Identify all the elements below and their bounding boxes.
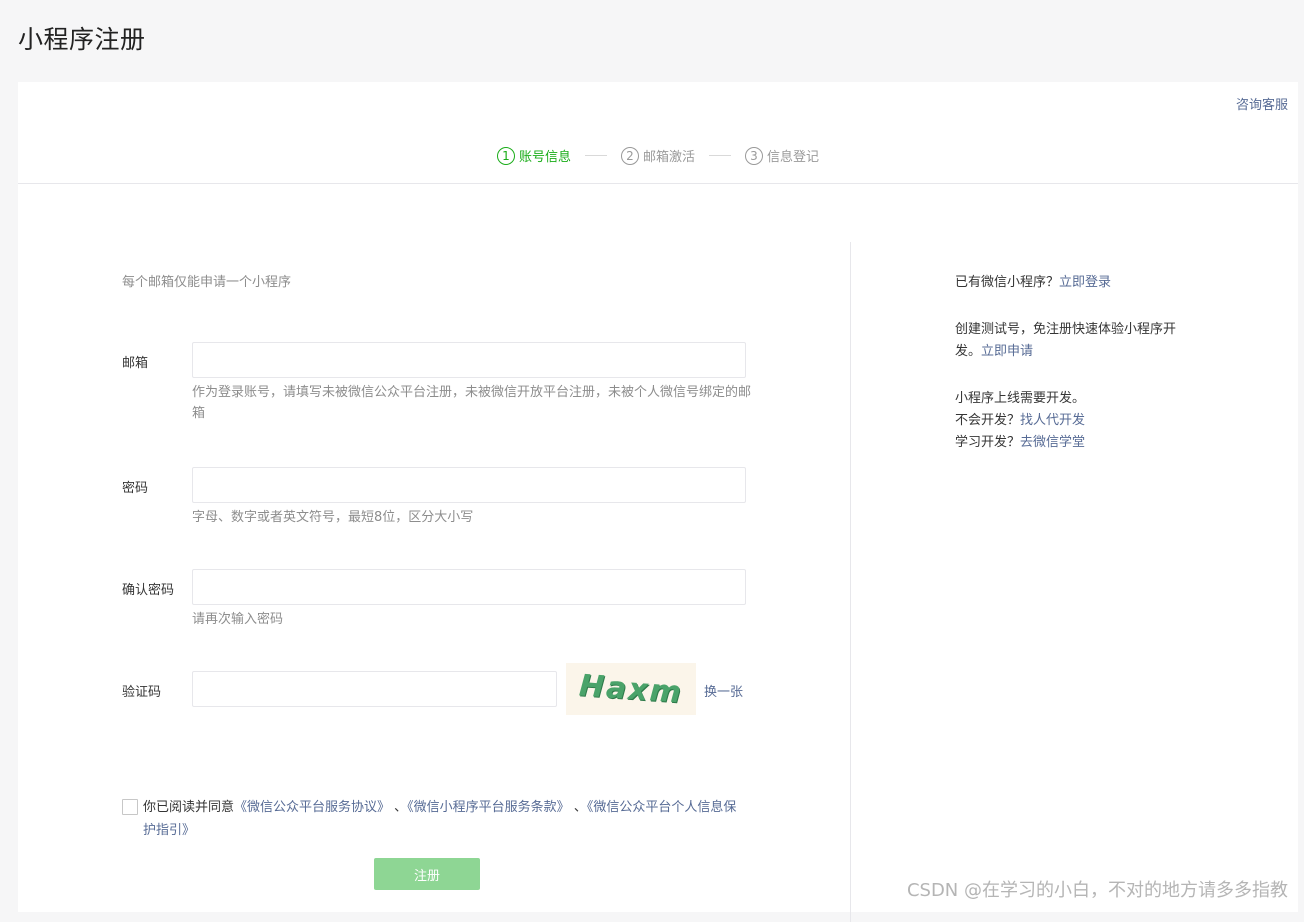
step-number: 3 (745, 147, 763, 165)
register-button[interactable]: 注册 (374, 858, 480, 890)
confirm-password-hint: 请再次输入密码 (192, 609, 752, 630)
step-label: 账号信息 (519, 146, 571, 165)
captcha-image[interactable]: Haxm (566, 663, 696, 715)
dev-line: 小程序上线需要开发。 (955, 391, 1085, 406)
captcha-label: 验证码 (122, 681, 161, 700)
step-indicator: 1 账号信息 2 邮箱激活 3 信息登记 (18, 146, 1298, 165)
step-account-info: 1 账号信息 (497, 146, 571, 165)
agreement-prefix: 你已阅读并同意 (143, 800, 234, 815)
confirm-password-label: 确认密码 (122, 579, 174, 598)
step-info-registration: 3 信息登记 (745, 146, 819, 165)
step-email-activation: 2 邮箱激活 (621, 146, 695, 165)
password-hint: 字母、数字或者英文符号，最短8位，区分大小写 (192, 507, 752, 528)
find-developer-link[interactable]: 找人代开发 (1020, 413, 1085, 428)
agreement-row: 你已阅读并同意《微信公众平台服务协议》 、《微信小程序平台服务条款》 、《微信公… (122, 796, 742, 842)
agreement-separator: 、 (570, 800, 587, 815)
step-connector (585, 155, 607, 156)
captcha-image-text: Haxm (578, 668, 684, 710)
mini-program-terms-link[interactable]: 《微信小程序平台服务条款》 (407, 800, 570, 815)
dev-question-1: 不会开发？ (955, 413, 1020, 428)
refresh-captcha-link[interactable]: 换一张 (704, 681, 743, 700)
confirm-password-field[interactable] (192, 569, 746, 605)
login-link[interactable]: 立即登录 (1059, 275, 1111, 290)
login-prefix: 已有微信小程序？ (955, 275, 1059, 290)
email-field[interactable] (192, 342, 746, 378)
step-number: 1 (497, 147, 515, 165)
login-hint: 已有微信小程序？立即登录 (955, 272, 1200, 294)
vertical-divider (850, 242, 851, 922)
email-hint: 作为登录账号，请填写未被微信公众平台注册，未被微信开放平台注册，未被个人微信号绑… (192, 382, 752, 424)
step-connector (709, 155, 731, 156)
page-title: 小程序注册 (18, 20, 146, 56)
step-label: 邮箱激活 (643, 146, 695, 165)
test-account-link[interactable]: 立即申请 (981, 344, 1033, 359)
wechat-academy-link[interactable]: 去微信学堂 (1020, 435, 1085, 450)
registration-card: 咨询客服 1 账号信息 2 邮箱激活 3 信息登记 每个邮箱仅能申请一个小程序 … (18, 82, 1298, 912)
agreement-text: 你已阅读并同意《微信公众平台服务协议》 、《微信小程序平台服务条款》 、《微信公… (122, 796, 742, 842)
captcha-field[interactable] (192, 671, 557, 707)
test-account-hint: 创建测试号，免注册快速体验小程序开发。立即申请 (955, 319, 1200, 363)
side-panel: 已有微信小程序？立即登录 创建测试号，免注册快速体验小程序开发。立即申请 小程序… (955, 272, 1200, 479)
customer-service-link[interactable]: 咨询客服 (1236, 94, 1288, 113)
email-label: 邮箱 (122, 352, 148, 371)
dev-hint: 小程序上线需要开发。 不会开发？找人代开发 学习开发？去微信学堂 (955, 388, 1200, 454)
step-label: 信息登记 (767, 146, 819, 165)
password-field[interactable] (192, 467, 746, 503)
watermark: CSDN @在学习的小白，不对的地方请多多指教 (907, 876, 1288, 902)
service-agreement-link[interactable]: 《微信公众平台服务协议》 (234, 800, 390, 815)
form-tip: 每个邮箱仅能申请一个小程序 (122, 271, 291, 290)
dev-question-2: 学习开发？ (955, 435, 1020, 450)
agreement-separator: 、 (390, 800, 407, 815)
step-number: 2 (621, 147, 639, 165)
agreement-checkbox[interactable] (122, 799, 138, 815)
password-label: 密码 (122, 477, 148, 496)
